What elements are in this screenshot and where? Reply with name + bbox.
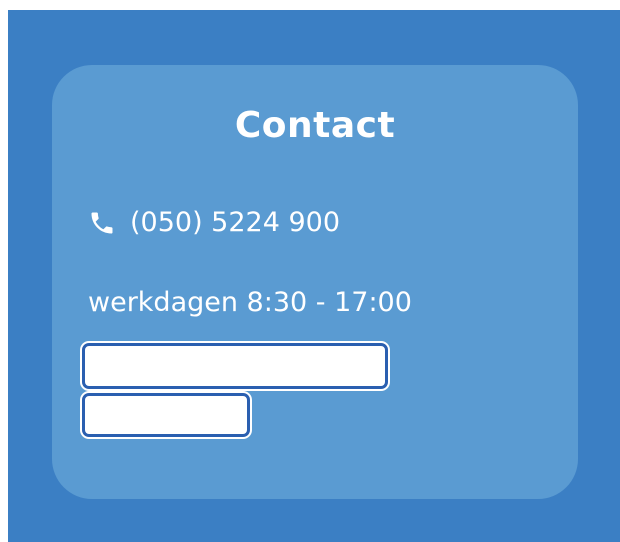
contact-button-wide[interactable]: [82, 343, 388, 389]
phone-icon: [88, 209, 116, 237]
contact-section: Contact (050) 5224 900 werkdagen 8:30 - …: [8, 10, 620, 542]
contact-button-short[interactable]: [82, 393, 250, 437]
phone-number[interactable]: (050) 5224 900: [130, 207, 340, 238]
phone-row[interactable]: (050) 5224 900: [88, 207, 340, 238]
contact-title: Contact: [234, 105, 396, 146]
contact-card: Contact (050) 5224 900 werkdagen 8:30 - …: [52, 65, 578, 499]
contact-buttons: [82, 343, 392, 441]
opening-hours: werkdagen 8:30 - 17:00: [88, 287, 412, 318]
